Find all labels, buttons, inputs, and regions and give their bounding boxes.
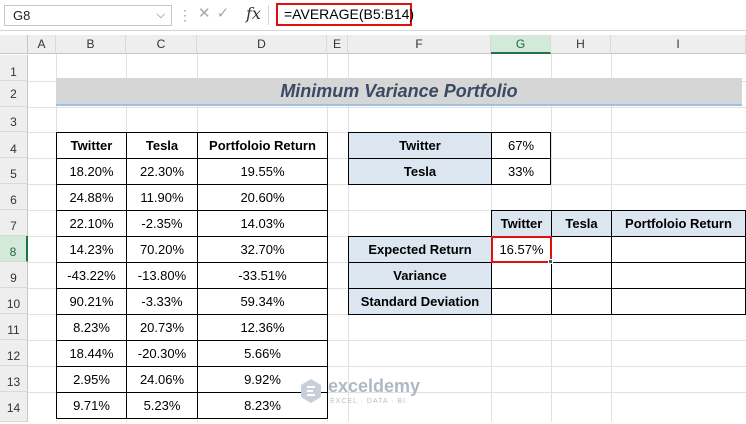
watermark-name: exceldemy xyxy=(328,376,421,396)
insert-function-icon[interactable]: fx xyxy=(246,2,261,26)
exceldemy-logo-icon xyxy=(301,379,321,403)
row-header-6[interactable]: 6 xyxy=(0,184,28,210)
data-cell-twitter[interactable]: -43.22% xyxy=(56,262,127,289)
stats-header-twitter[interactable]: Twitter xyxy=(491,210,552,237)
cell-h9[interactable] xyxy=(551,262,612,289)
row-header-2[interactable]: 2 xyxy=(0,81,28,107)
data-cell-tesla[interactable]: 70.20% xyxy=(126,236,198,263)
data-cell-portfolio-return[interactable]: 59.34% xyxy=(197,288,328,315)
gridline xyxy=(28,107,746,108)
stats-header-portfolio-return[interactable]: Portfoloio Return xyxy=(611,210,746,237)
row-header-7[interactable]: 7 xyxy=(0,210,28,236)
stats-label-standard-deviation[interactable]: Standard Deviation xyxy=(348,288,492,315)
data-cell-tesla[interactable]: -13.80% xyxy=(126,262,198,289)
header-twitter[interactable]: Twitter xyxy=(56,132,127,159)
data-cell-twitter[interactable]: 18.44% xyxy=(56,340,127,367)
header-tesla[interactable]: Tesla xyxy=(126,132,198,159)
data-cell-tesla[interactable]: 20.73% xyxy=(126,314,198,341)
data-cell-twitter[interactable]: 14.23% xyxy=(56,236,127,263)
data-cell-portfolio-return[interactable]: 5.66% xyxy=(197,340,328,367)
data-cell-tesla[interactable]: -2.35% xyxy=(126,210,198,237)
column-header-g[interactable]: G xyxy=(491,35,551,54)
data-cell-portfolio-return[interactable]: 12.36% xyxy=(197,314,328,341)
weight-label-twitter[interactable]: Twitter xyxy=(348,132,492,159)
stats-header-tesla[interactable]: Tesla xyxy=(551,210,612,237)
row-header-12[interactable]: 12 xyxy=(0,340,28,366)
row-header-4[interactable]: 4 xyxy=(0,132,28,158)
stats-label-variance[interactable]: Variance xyxy=(348,262,492,289)
data-cell-twitter[interactable]: 22.10% xyxy=(56,210,127,237)
column-header-d[interactable]: D xyxy=(197,35,327,54)
column-header-b[interactable]: B xyxy=(56,35,126,54)
stats-table: Twitter Tesla Portfoloio Return Expected… xyxy=(348,210,746,315)
row-header-8[interactable]: 8 xyxy=(0,236,28,262)
column-header-a[interactable]: A xyxy=(28,35,56,54)
data-cell-twitter[interactable]: 24.88% xyxy=(56,184,127,211)
select-all-corner[interactable] xyxy=(0,35,28,54)
name-box-value: G8 xyxy=(13,8,31,23)
row-header-5[interactable]: 5 xyxy=(0,158,28,184)
data-cell-tesla[interactable]: 24.06% xyxy=(126,366,198,393)
data-cell-portfolio-return[interactable]: 32.70% xyxy=(197,236,328,263)
cancel-confirm-icons[interactable]: ✕✓ xyxy=(198,3,235,25)
data-cell-twitter[interactable]: 18.20% xyxy=(56,158,127,185)
row-header-10[interactable]: 10 xyxy=(0,288,28,314)
cell-i9[interactable] xyxy=(611,262,746,289)
weight-value-tesla[interactable]: 33% xyxy=(491,158,551,185)
data-cell-twitter[interactable]: 90.21% xyxy=(56,288,127,315)
active-cell-g8[interactable]: 16.57% xyxy=(491,236,552,263)
name-box[interactable]: G8 ⌵ xyxy=(4,5,172,26)
cell-i10[interactable] xyxy=(611,288,746,315)
cell-i8[interactable] xyxy=(611,236,746,263)
weights-table: Twitter 67% Tesla 33% xyxy=(348,132,552,185)
cell-g10[interactable] xyxy=(491,288,552,315)
data-cell-portfolio-return[interactable]: 19.55% xyxy=(197,158,328,185)
row-header-3[interactable]: 3 xyxy=(0,107,28,132)
chevron-down-icon[interactable]: ⌵ xyxy=(157,6,165,25)
data-cell-portfolio-return[interactable]: -33.51% xyxy=(197,262,328,289)
watermark-tagline: EXCEL · DATA · BI xyxy=(330,398,406,405)
cell-h10[interactable] xyxy=(551,288,612,315)
cell-g9[interactable] xyxy=(491,262,552,289)
header-portfolio-return[interactable]: Portfoloio Return xyxy=(197,132,328,159)
data-cell-portfolio-return[interactable]: 14.03% xyxy=(197,210,328,237)
returns-table: Twitter Tesla Portfoloio Return 18.20% 22… xyxy=(56,132,328,419)
formula-bar: G8 ⌵ ⋮ ✕✓ fx =AVERAGE(B5:B14) xyxy=(0,0,746,31)
column-header-h[interactable]: H xyxy=(551,35,611,54)
data-cell-portfolio-return[interactable]: 20.60% xyxy=(197,184,328,211)
column-header-i[interactable]: I xyxy=(611,35,746,54)
weight-label-tesla[interactable]: Tesla xyxy=(348,158,492,185)
data-cell-tesla[interactable]: 5.23% xyxy=(126,392,198,419)
data-cell-twitter[interactable]: 2.95% xyxy=(56,366,127,393)
data-cell-tesla[interactable]: -20.30% xyxy=(126,340,198,367)
stats-label-expected-return[interactable]: Expected Return xyxy=(348,236,492,263)
data-cell-twitter[interactable]: 9.71% xyxy=(56,392,127,419)
row-header-14[interactable]: 14 xyxy=(0,392,28,422)
row-header-9[interactable]: 9 xyxy=(0,262,28,288)
column-header-f[interactable]: F xyxy=(348,35,491,54)
row-header-11[interactable]: 11 xyxy=(0,314,28,340)
divider xyxy=(268,5,269,25)
row-header-13[interactable]: 13 xyxy=(0,366,28,392)
data-cell-tesla[interactable]: -3.33% xyxy=(126,288,198,315)
data-cell-tesla[interactable]: 22.30% xyxy=(126,158,198,185)
sheet-title[interactable]: Minimum Variance Portfolio xyxy=(56,78,742,106)
data-cell-tesla[interactable]: 11.90% xyxy=(126,184,198,211)
fill-handle[interactable] xyxy=(548,259,553,264)
more-options-icon[interactable]: ⋮ xyxy=(178,4,192,26)
watermark: exceldemy EXCEL · DATA · BI xyxy=(300,376,450,412)
column-header-e[interactable]: E xyxy=(327,35,348,54)
data-cell-twitter[interactable]: 8.23% xyxy=(56,314,127,341)
formula-input[interactable]: =AVERAGE(B5:B14) xyxy=(276,3,414,26)
row-header-1[interactable]: 1 xyxy=(0,55,28,81)
cell-h8[interactable] xyxy=(551,236,612,263)
column-header-c[interactable]: C xyxy=(126,35,197,54)
weight-value-twitter[interactable]: 67% xyxy=(491,132,551,159)
